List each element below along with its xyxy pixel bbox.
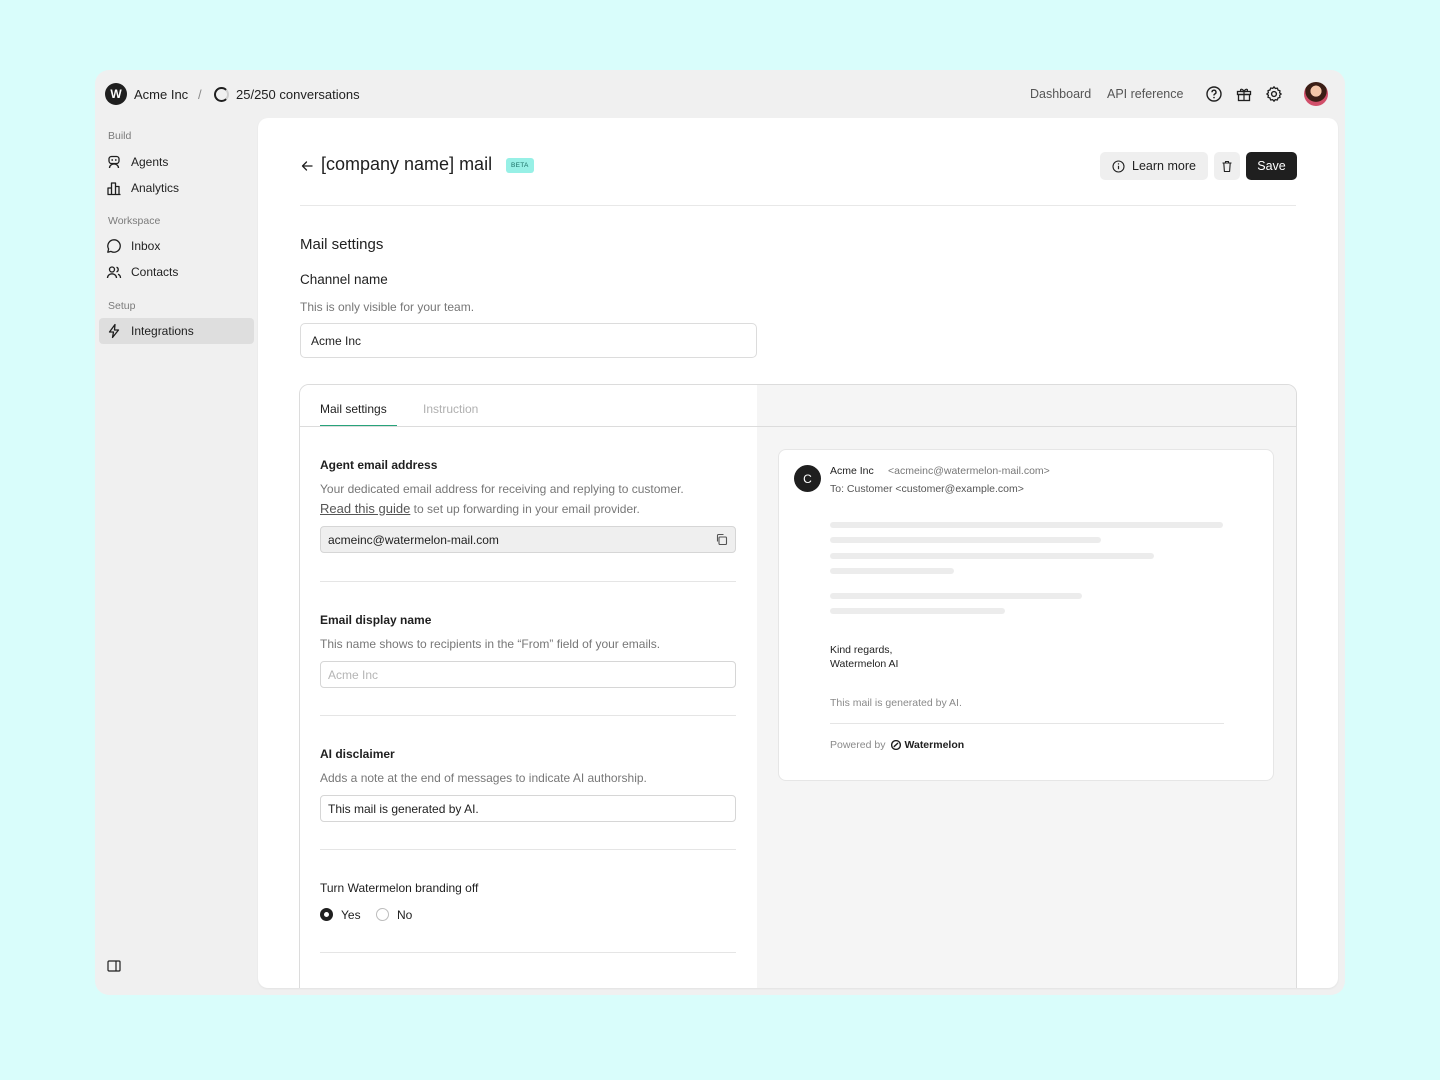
branding-no-radio[interactable] [376, 908, 389, 921]
mail-preview: C Acme Inc <acmeinc@watermelon-mail.com>… [778, 449, 1274, 781]
help-icon[interactable] [1205, 85, 1223, 103]
powered-by: Powered by Watermelon [830, 739, 964, 751]
learn-more-label: Learn more [1132, 159, 1196, 173]
read-guide-link[interactable]: Read this guide [320, 501, 410, 516]
channel-name-input[interactable]: Acme Inc [300, 323, 757, 358]
bolt-icon [108, 323, 120, 339]
breadcrumb-separator: / [198, 87, 202, 102]
divider [830, 723, 1224, 724]
info-icon [1112, 159, 1125, 173]
ai-disclaimer-desc: Adds a note at the end of messages to in… [320, 771, 647, 785]
ai-disclaimer-input[interactable]: This mail is generated by AI. [320, 795, 736, 822]
ai-disclaimer-label: AI disclaimer [320, 747, 395, 761]
mail-preview-panel: C Acme Inc <acmeinc@watermelon-mail.com>… [757, 385, 1296, 988]
branding-yes-label[interactable]: Yes [341, 908, 361, 922]
display-name-label: Email display name [320, 613, 432, 627]
agent-email-label: Agent email address [320, 458, 438, 472]
sidebar-item-agents[interactable]: Agents [99, 149, 254, 175]
gift-icon[interactable] [1235, 85, 1253, 103]
watermelon-logo-icon [891, 740, 902, 750]
main-panel: [company name] mail BETA Learn more Save… [258, 118, 1338, 988]
usage-progress-icon [214, 87, 229, 102]
agent-email-desc-tail: to set up forwarding in your email provi… [410, 502, 640, 516]
branding-yes-radio[interactable] [320, 908, 333, 921]
sidebar-section-setup: Setup [108, 300, 136, 312]
copy-icon[interactable] [715, 533, 728, 546]
signature-line-2: Watermelon AI [830, 658, 899, 670]
user-avatar[interactable] [1304, 82, 1328, 106]
settings-card: Mail settings Instruction Agent email ad… [299, 384, 1297, 988]
sidebar-item-label: Inbox [131, 239, 161, 253]
sender-avatar: C [794, 465, 821, 492]
org-name[interactable]: Acme Inc [134, 87, 188, 102]
divider [320, 581, 736, 582]
channel-name-help: This is only visible for your team. [300, 300, 475, 314]
sidebar-item-contacts[interactable]: Contacts [99, 259, 254, 285]
dashboard-link[interactable]: Dashboard [1030, 87, 1091, 101]
delete-button[interactable] [1214, 152, 1240, 180]
body-placeholder-line [830, 593, 1082, 599]
sidebar-item-inbox[interactable]: Inbox [99, 233, 254, 259]
settings-form: Mail settings Instruction Agent email ad… [300, 385, 757, 988]
sidebar-item-label: Agents [131, 155, 169, 169]
section-title: Mail settings [300, 236, 384, 253]
sidebar-item-label: Contacts [131, 265, 179, 279]
ai-disclaimer-preview: This mail is generated by AI. [830, 697, 962, 709]
chart-icon [107, 182, 121, 196]
tab-instruction[interactable]: Instruction [423, 402, 478, 416]
sidebar-toggle-icon[interactable] [107, 959, 121, 973]
trash-icon [1222, 160, 1232, 172]
agent-email-desc-2: Read this guide to set up forwarding in … [320, 501, 640, 516]
body-placeholder-line [830, 568, 954, 574]
body-placeholder-line [830, 553, 1154, 559]
display-name-desc: This name shows to recipients in the “Fr… [320, 637, 661, 651]
sidebar-item-label: Integrations [131, 324, 194, 338]
branding-label: Turn Watermelon branding off [320, 881, 479, 895]
watermelon-brand: Watermelon [891, 739, 964, 751]
workspace-logo[interactable]: W [105, 83, 127, 105]
header-divider [300, 205, 1296, 206]
sender-name: Acme Inc [830, 465, 874, 477]
divider [320, 952, 736, 953]
save-button[interactable]: Save [1246, 152, 1297, 180]
recipient-line: To: Customer <customer@example.com> [830, 483, 1024, 495]
settings-icon[interactable] [1265, 85, 1283, 103]
body-placeholder-line [830, 608, 1005, 614]
agent-email-field[interactable]: acmeinc@watermelon-mail.com [320, 526, 736, 553]
sender-address: <acmeinc@watermelon-mail.com> [888, 465, 1050, 477]
divider [320, 849, 736, 850]
app-window: W Acme Inc / 25/250 conversations Dashbo… [95, 70, 1345, 995]
display-name-input[interactable]: Acme Inc [320, 661, 736, 688]
learn-more-button[interactable]: Learn more [1100, 152, 1208, 180]
sidebar-section-build: Build [108, 130, 132, 142]
beta-badge: BETA [506, 158, 534, 173]
sidebar-item-label: Analytics [131, 181, 180, 195]
brand-name: Watermelon [904, 739, 965, 751]
tab-mail-settings[interactable]: Mail settings [320, 402, 387, 416]
chat-bubble-icon [107, 239, 121, 253]
api-reference-link[interactable]: API reference [1107, 87, 1183, 101]
sidebar-section-workspace: Workspace [108, 215, 161, 227]
conversation-usage[interactable]: 25/250 conversations [236, 87, 360, 102]
body-placeholder-line [830, 537, 1101, 543]
body-placeholder-line [830, 522, 1223, 528]
tabs-divider [300, 426, 1296, 427]
signature: Kind regards, Watermelon AI [830, 643, 898, 671]
powered-by-label: Powered by [830, 739, 886, 751]
agent-icon [108, 155, 120, 169]
signature-line-1: Kind regards, [830, 644, 893, 656]
agent-email-desc: Your dedicated email address for receivi… [320, 482, 684, 496]
users-icon [106, 266, 122, 279]
divider [320, 715, 736, 716]
back-arrow-icon[interactable] [300, 159, 314, 173]
top-bar: W Acme Inc / 25/250 conversations Dashbo… [95, 70, 1345, 118]
sidebar-item-analytics[interactable]: Analytics [99, 175, 254, 201]
page-title: [company name] mail [321, 154, 493, 174]
channel-name-label: Channel name [300, 272, 388, 287]
agent-email-value: acmeinc@watermelon-mail.com [328, 532, 499, 547]
sidebar-item-integrations[interactable]: Integrations [99, 318, 254, 344]
branding-no-label[interactable]: No [397, 908, 412, 922]
